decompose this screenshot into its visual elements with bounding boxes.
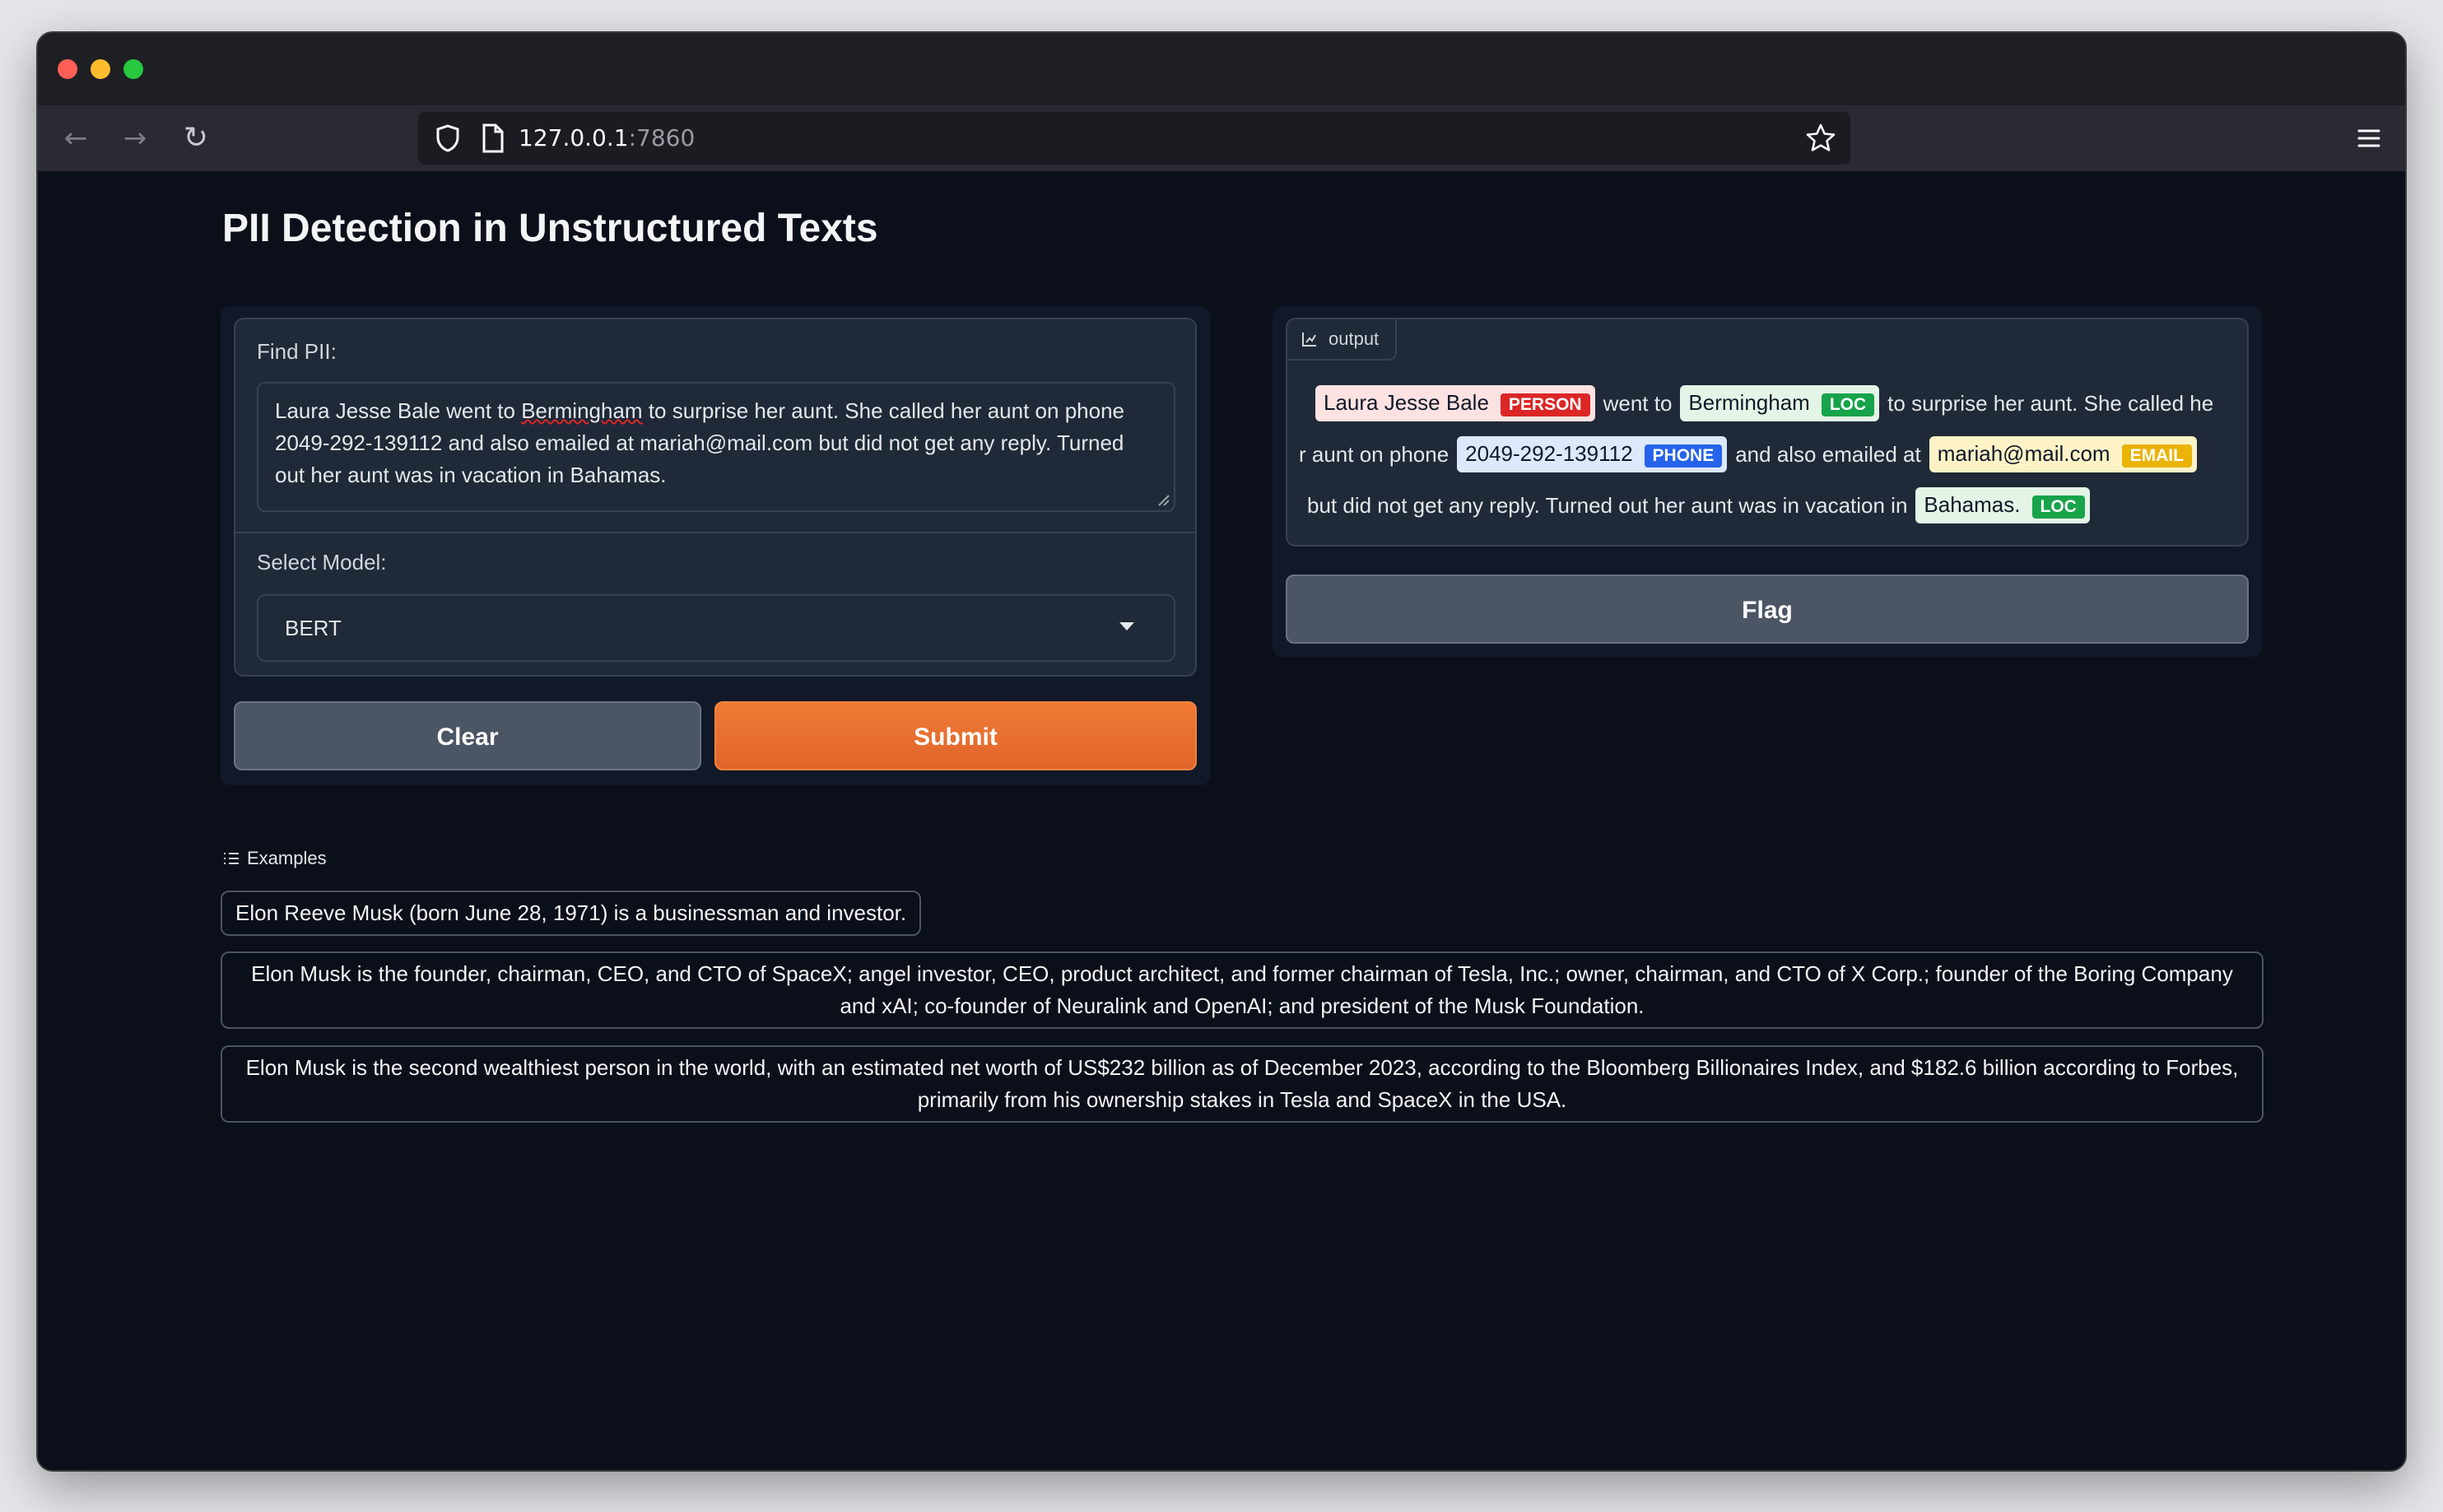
flag-button[interactable]: Flag [1286, 575, 2249, 644]
page-icon [482, 123, 504, 153]
back-arrow-icon[interactable]: ← [54, 117, 97, 160]
text-part-1: Laura Jesse Bale went to [275, 398, 522, 423]
submit-button[interactable]: Submit [714, 701, 1197, 770]
model-dropdown[interactable]: BERT [257, 594, 1175, 662]
reload-icon[interactable]: ↻ [174, 117, 217, 160]
bookmark-star-icon[interactable] [1803, 120, 1839, 156]
forward-arrow-icon[interactable]: → [114, 117, 156, 160]
title-bar [38, 33, 2405, 105]
entity-phone: 2049-292-139112 PHONE [1457, 436, 1728, 472]
chart-icon [1302, 333, 1316, 347]
close-window-button[interactable] [58, 59, 77, 79]
examples-label: Examples [222, 848, 327, 869]
entity-loc: Bermingham LOC [1680, 385, 1880, 421]
entity-email: mariah@mail.com EMAIL [1929, 436, 2197, 472]
entity-person: Laura Jesse Bale PERSON [1315, 385, 1595, 421]
clear-button[interactable]: Clear [234, 701, 701, 770]
minimize-window-button[interactable] [91, 59, 110, 79]
entity-loc: Bahamas. LOC [1915, 487, 2090, 523]
entity-tag-loc: LOC [1821, 393, 1875, 416]
output-label: output [1287, 319, 1398, 361]
entity-tag-email: EMAIL [2121, 444, 2192, 468]
select-model-label: Select Model: [257, 550, 387, 575]
misspelled-word: Bermingham [521, 398, 643, 423]
browser-toolbar: ← → ↻ 127.0.0.1:7860 [38, 105, 2405, 171]
browser-window: ← → ↻ 127.0.0.1:7860 PII Detection in Un… [36, 31, 2407, 1472]
page-content: PII Detection in Unstructured Texts Find… [38, 171, 2405, 1470]
hamburger-menu-icon[interactable] [2352, 122, 2385, 155]
output-line-2: r aunt on phone 2049-292-139112 PHONE and a… [1299, 436, 2205, 472]
shield-icon[interactable] [430, 120, 466, 156]
example-item-1[interactable]: Elon Reeve Musk (born June 28, 1971) is … [221, 891, 922, 936]
page-title: PII Detection in Unstructured Texts [222, 207, 878, 250]
entity-tag-loc: LOC [2031, 495, 2085, 519]
entity-tag-person: PERSON [1500, 393, 1590, 416]
input-form: Find PII: Laura Jesse Bale went to Bermi… [234, 318, 1197, 677]
output-line-3: but did not get any reply. Turned out he… [1307, 487, 2098, 523]
chevron-down-icon [1119, 622, 1134, 630]
input-panel: Find PII: Laura Jesse Bale went to Bermi… [221, 306, 1210, 785]
example-item-2[interactable]: Elon Musk is the founder, chairman, CEO,… [221, 951, 2264, 1029]
section-divider [235, 532, 1195, 533]
maximize-window-button[interactable] [123, 59, 143, 79]
url-text[interactable]: 127.0.0.1:7860 [519, 112, 695, 165]
find-pii-label: Find PII: [257, 339, 337, 364]
model-dropdown-value: BERT [285, 616, 342, 640]
address-bar[interactable]: 127.0.0.1:7860 [418, 112, 1850, 165]
output-line-1: Laura Jesse Bale PERSON went to Bermingham L… [1307, 385, 2213, 421]
output-highlighted-text: output Laura Jesse Bale PERSON went to Berm… [1286, 318, 2249, 547]
example-item-3[interactable]: Elon Musk is the second wealthiest perso… [221, 1045, 2264, 1123]
list-icon [224, 853, 239, 864]
entity-tag-phone: PHONE [1644, 444, 1723, 468]
resize-handle-icon[interactable] [1154, 491, 1170, 507]
output-panel: output Laura Jesse Bale PERSON went to Berm… [1273, 306, 2262, 657]
find-pii-textarea[interactable]: Laura Jesse Bale went to Bermingham to s… [257, 382, 1175, 512]
